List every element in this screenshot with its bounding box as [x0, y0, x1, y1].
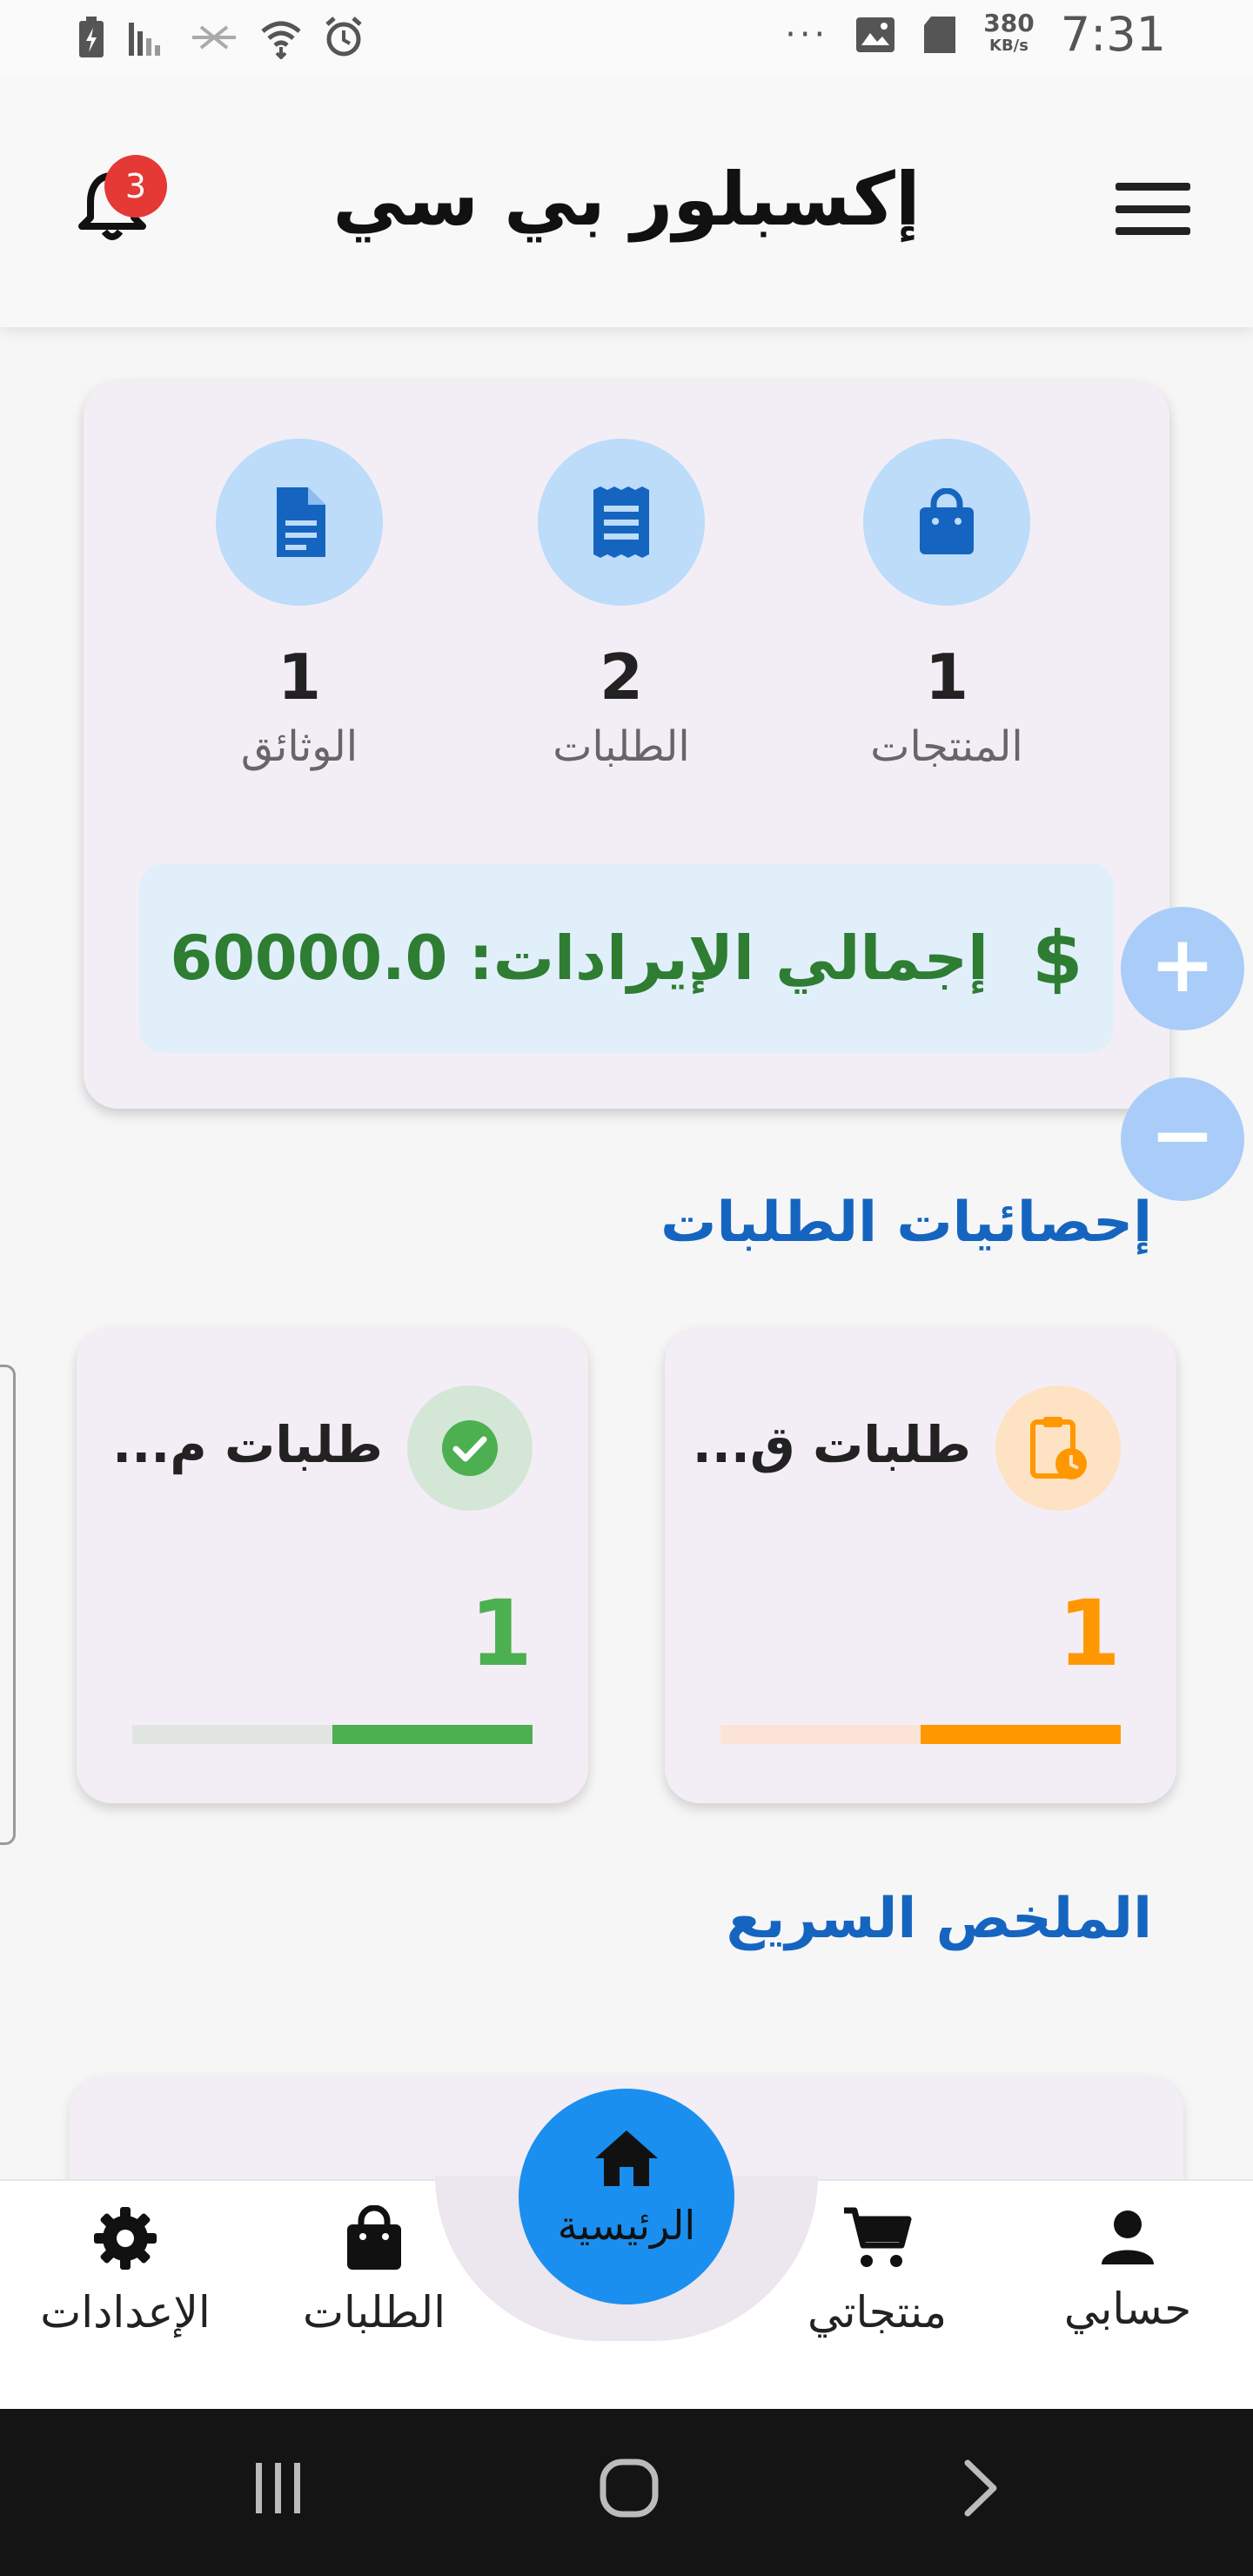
pending-orders-progress: [720, 1725, 1121, 1744]
pending-orders-card[interactable]: طلبات ق... 1: [665, 1328, 1176, 1803]
no-signal-icon: [192, 25, 236, 50]
stat-documents[interactable]: 1 الوثائق: [186, 439, 412, 771]
total-revenue-banner: إجمالي الإيرادات: 60000.0 $: [139, 863, 1114, 1053]
stat-documents-label: الوثائق: [240, 722, 358, 771]
clock: 7:31: [1060, 7, 1166, 62]
wifi-icon: [261, 21, 301, 59]
gear-icon: [94, 2207, 157, 2270]
stat-products-label: المنتجات: [870, 722, 1023, 771]
image-icon: [856, 17, 895, 52]
completed-orders-progress: [132, 1725, 533, 1744]
shopping-bag-icon: [347, 2204, 401, 2270]
nav-label-settings: الإعدادات: [40, 2287, 211, 2338]
more-notifications-indicator: ···: [785, 14, 829, 55]
pending-orders-value: 1: [1057, 1580, 1121, 1687]
receipt-icon: [593, 486, 649, 558]
stat-products[interactable]: 1 المنتجات: [834, 439, 1060, 771]
battery-charging-icon: [79, 17, 104, 57]
sim-card-icon: [924, 16, 956, 53]
app-title: إكسبلور بي سي: [332, 157, 921, 242]
nav-label-account: حسابي: [1063, 2284, 1192, 2334]
total-revenue-text: إجمالي الإيرادات: 60000.0: [170, 922, 989, 994]
status-icons-left: [77, 16, 365, 59]
nav-item-account[interactable]: حسابي: [1015, 2205, 1241, 2334]
status-bar: ··· 380 KB/s 7:31: [0, 0, 1253, 80]
stat-orders[interactable]: 2 الطلبات: [508, 439, 734, 771]
signal-icon: [129, 23, 160, 56]
recent-apps-icon[interactable]: [252, 2458, 305, 2519]
check-circle-icon: [442, 1420, 498, 1476]
completed-orders-card[interactable]: طلبات م... 1: [77, 1328, 588, 1803]
nav-item-my-products[interactable]: منتجاتي: [764, 2205, 990, 2338]
network-speed: 380 KB/s: [983, 8, 1035, 55]
dollar-icon: $: [1032, 916, 1083, 1001]
nav-label-home: الرئيسية: [557, 2202, 696, 2249]
nav-label-my-products: منتجاتي: [807, 2287, 948, 2338]
stat-orders-label: الطلبات: [553, 722, 690, 771]
clipboard-clock-icon: [1030, 1417, 1087, 1479]
menu-icon: [1116, 183, 1190, 191]
completed-orders-value: 1: [469, 1580, 533, 1687]
orders-stats-title: إحصائيات الطلبات: [660, 1191, 1152, 1255]
nav-item-orders[interactable]: الطلبات: [261, 2204, 487, 2338]
completed-orders-title: طلبات م...: [112, 1415, 383, 1474]
system-navigation-bar: [0, 2409, 1253, 2576]
nav-label-orders: الطلبات: [302, 2287, 446, 2338]
person-icon: [1102, 2210, 1154, 2264]
side-panel-handle[interactable]: [0, 1365, 16, 1845]
stats-card: 1 المنتجات 2 الطلبات 1 الوثائق إجمالي ال…: [84, 381, 1169, 1109]
alarm-icon: [325, 17, 362, 57]
quick-summary-title: الملخص السريع: [726, 1887, 1152, 1951]
menu-button[interactable]: [1116, 183, 1190, 235]
nav-item-settings[interactable]: الإعدادات: [12, 2205, 238, 2338]
home-system-icon[interactable]: [599, 2458, 660, 2519]
home-icon: [595, 2130, 658, 2186]
back-icon[interactable]: [959, 2458, 1002, 2519]
nav-item-home[interactable]: الرئيسية: [519, 2089, 734, 2304]
stat-products-value: 1: [924, 641, 969, 714]
zoom-out-button[interactable]: −: [1121, 1077, 1244, 1201]
cart-icon: [844, 2207, 912, 2267]
zoom-in-button[interactable]: +: [1121, 907, 1244, 1030]
stat-orders-value: 2: [599, 641, 644, 714]
document-icon: [277, 487, 325, 557]
status-icons-right: ··· 380 KB/s 7:31: [785, 7, 1166, 62]
pending-orders-title: طلبات ق...: [692, 1415, 971, 1474]
shopping-bag-icon: [920, 488, 974, 554]
stat-documents-value: 1: [277, 641, 322, 714]
app-bar: 3 إكسبلور بي سي: [0, 80, 1253, 327]
